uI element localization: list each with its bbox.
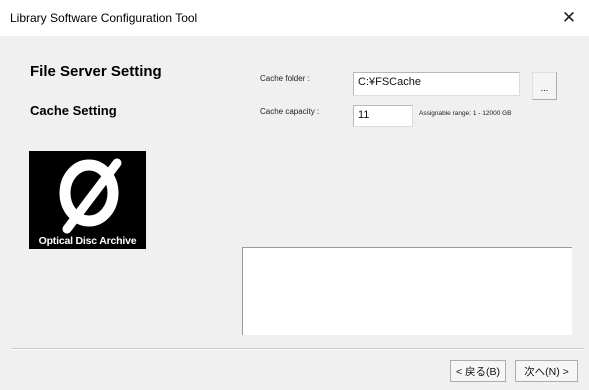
close-button[interactable]: ✕ (549, 0, 589, 36)
message-box (242, 247, 572, 335)
cache-folder-label: Cache folder : (260, 74, 310, 83)
capacity-range-note: Assignable range: 1 - 12000 GB (419, 110, 512, 117)
browse-button[interactable]: ... (532, 72, 557, 100)
logo-caption: Optical Disc Archive (38, 235, 137, 247)
page-subtitle: Cache Setting (30, 103, 117, 118)
page-title: File Server Setting (30, 63, 162, 80)
cache-capacity-label: Cache capacity : (260, 107, 320, 116)
next-button[interactable]: 次へ(N) > (515, 360, 578, 382)
config-tool-window: Library Software Configuration Tool ✕ Fi… (0, 0, 589, 390)
footer-separator (12, 348, 584, 350)
title-bar: Library Software Configuration Tool ✕ (0, 0, 589, 36)
close-icon: ✕ (561, 8, 577, 27)
cache-folder-input[interactable]: C:¥FSCache (353, 72, 520, 96)
back-button[interactable]: < 戻る(B) (450, 360, 506, 382)
optical-disc-archive-logo: Optical Disc Archive (29, 151, 146, 249)
cache-capacity-input[interactable]: 11 (353, 105, 413, 127)
window-title: Library Software Configuration Tool (10, 11, 198, 25)
